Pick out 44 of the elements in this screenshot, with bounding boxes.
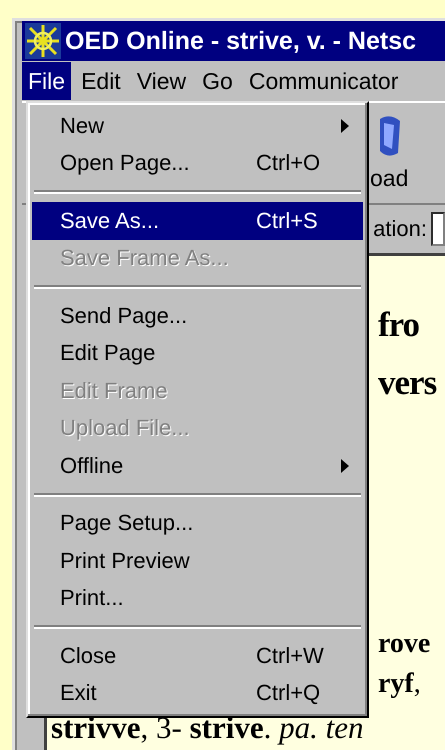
menu-item[interactable]: Close Ctrl+W: [32, 637, 363, 674]
menu-item-label: Offline: [60, 452, 124, 479]
entry-text: ryf,: [378, 667, 422, 701]
menu-item[interactable]: Open Page... Ctrl+O: [32, 144, 363, 182]
menu-item-label: Page Setup...: [60, 510, 194, 536]
entry-text: rove: [378, 627, 432, 661]
menu-item-label: Edit Page: [60, 340, 156, 366]
shortcut-text: Ctrl+Q: [256, 680, 320, 706]
menu-item-label: Open Page...: [60, 150, 190, 176]
menu-item[interactable]: Page Setup...: [32, 504, 363, 542]
menu-item[interactable]: Exit Ctrl+Q: [32, 674, 363, 712]
menu-item[interactable]: Edit Page: [32, 334, 363, 372]
menu-item-label: Print Preview: [60, 548, 190, 574]
menu-item-label: Save As...: [60, 208, 160, 234]
menu-item[interactable]: Print...: [32, 580, 363, 617]
menu-bar-item[interactable]: File: [22, 62, 72, 100]
menu-item[interactable]: Save As... Ctrl+S: [32, 202, 363, 240]
menu-bar-item[interactable]: View: [130, 62, 192, 100]
menu-bar-item[interactable]: Communicator: [242, 62, 404, 100]
location-label: ation:: [373, 216, 427, 242]
shortcut-text: Ctrl+O: [256, 150, 320, 176]
heading-text: fro: [378, 304, 420, 346]
shortcut-text: Ctrl+W: [256, 642, 324, 669]
window-title: OED Online - strive, v. - Netsc: [65, 26, 416, 56]
menu-bar-item[interactable]: Go: [196, 62, 239, 100]
menu-item-label: Print...: [60, 585, 124, 612]
menu-item[interactable]: Print Preview: [32, 542, 363, 580]
menu-item[interactable]: New: [32, 107, 363, 144]
menu-item-label: Upload File...: [60, 415, 190, 442]
menu-item-label: Save Frame As...: [60, 245, 229, 272]
star-logo-icon: [25, 23, 61, 59]
menu-item-label: Exit: [60, 680, 97, 706]
location-field[interactable]: [431, 212, 445, 246]
menu-bar-item[interactable]: Edit: [75, 62, 127, 100]
menu-item[interactable]: Offline: [32, 447, 363, 484]
toolbar-button-label[interactable]: oad: [370, 165, 408, 192]
heading-text: vers: [378, 362, 438, 404]
menu-item[interactable]: Send Page...: [32, 297, 363, 334]
menu-item-label: New: [60, 112, 104, 139]
shortcut-text: Ctrl+S: [256, 208, 318, 234]
entry-text: strivve, 3- strive. pa. ten: [50, 709, 365, 747]
menu-item-label: Close: [60, 642, 116, 669]
menu-item-label: Send Page...: [60, 302, 188, 329]
menu-item-label: Edit Frame: [60, 378, 168, 404]
